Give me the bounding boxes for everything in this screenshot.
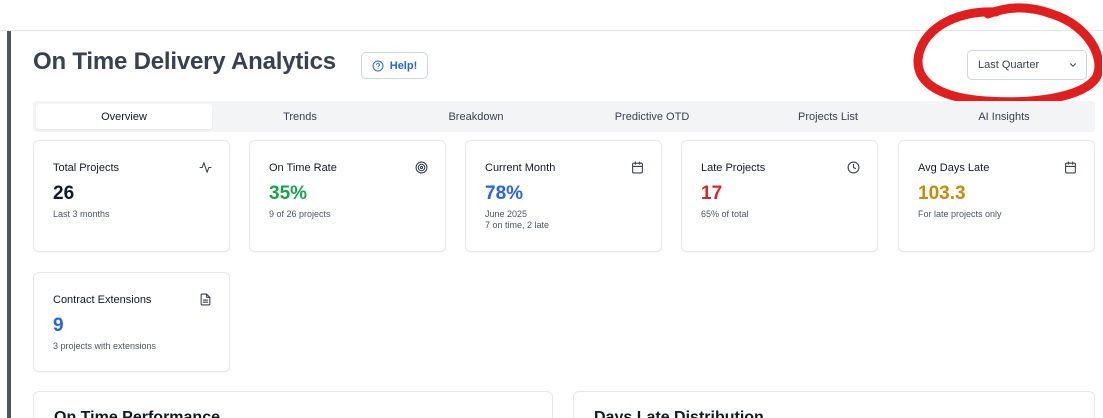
tab-bar: Overview Trends Breakdown Predictive OTD…: [33, 101, 1095, 132]
on-time-rate-card: On Time Rate 35% 9 of 26 projects: [249, 140, 446, 252]
help-button-label: Help!: [389, 59, 418, 72]
card-subtext: Last 3 months: [53, 209, 110, 219]
contract-extensions-card: Contract Extensions 9 3 projects with ex…: [33, 272, 230, 372]
card-title: Late Projects: [701, 162, 766, 174]
card-subtext: 3 projects with extensions: [53, 341, 157, 351]
card-subtext: For late projects only: [918, 209, 1002, 219]
card-subtext: 9 of 26 projects: [269, 209, 331, 219]
late-projects-card: Late Projects 17 65% of total: [681, 140, 878, 252]
card-subtext: 65% of total: [701, 209, 749, 219]
card-title: Total Projects: [53, 162, 120, 174]
period-select-value: Last Quarter: [978, 59, 1040, 71]
calendar-icon: [1065, 161, 1076, 174]
tab-overview[interactable]: Overview: [36, 104, 212, 129]
card-subtext-secondary: 7 on time, 2 late: [485, 220, 550, 230]
tab-ai-insights[interactable]: AI Insights: [916, 104, 1092, 129]
tab-predictive-otd[interactable]: Predictive OTD: [564, 104, 740, 129]
card-value: 103.3: [918, 183, 966, 204]
on-time-performance-panel: On Time Performance: [33, 391, 553, 418]
activity-icon: [199, 162, 212, 173]
chevron-down-icon: [1069, 63, 1077, 67]
tab-projects-list[interactable]: Projects List: [740, 104, 916, 129]
card-title: Avg Days Late: [918, 162, 990, 174]
days-late-distribution-panel: Days Late Distribution: [573, 391, 1095, 418]
card-value: 9: [53, 315, 64, 336]
tab-breakdown[interactable]: Breakdown: [388, 104, 564, 129]
clock-icon: [847, 161, 860, 174]
tab-trends[interactable]: Trends: [212, 104, 388, 129]
left-rail: [7, 31, 11, 418]
card-title: Contract Extensions: [53, 294, 152, 306]
card-value: 17: [701, 183, 723, 204]
help-circle-icon: [372, 60, 384, 71]
card-subtext: June 2025: [485, 209, 528, 219]
avg-days-late-card: Avg Days Late 103.3 For late projects on…: [898, 140, 1095, 252]
calendar-icon: [632, 161, 643, 174]
total-projects-card: Total Projects 26 Last 3 months: [33, 140, 230, 252]
panel-title: On Time Performance: [54, 409, 220, 418]
document-icon: [200, 293, 211, 306]
current-month-card: Current Month 78% June 2025 7 on time, 2…: [465, 140, 662, 252]
card-title: Current Month: [485, 162, 556, 174]
card-value: 78%: [485, 183, 524, 204]
top-divider: [0, 30, 1103, 31]
card-title: On Time Rate: [269, 162, 337, 174]
card-value: 26: [53, 183, 75, 204]
help-button[interactable]: Help!: [361, 52, 428, 79]
period-select[interactable]: Last Quarter: [967, 50, 1087, 80]
panel-title: Days Late Distribution: [594, 409, 764, 418]
target-icon: [415, 161, 428, 174]
page-title: On Time Delivery Analytics: [33, 48, 336, 75]
card-value: 35%: [269, 183, 308, 204]
